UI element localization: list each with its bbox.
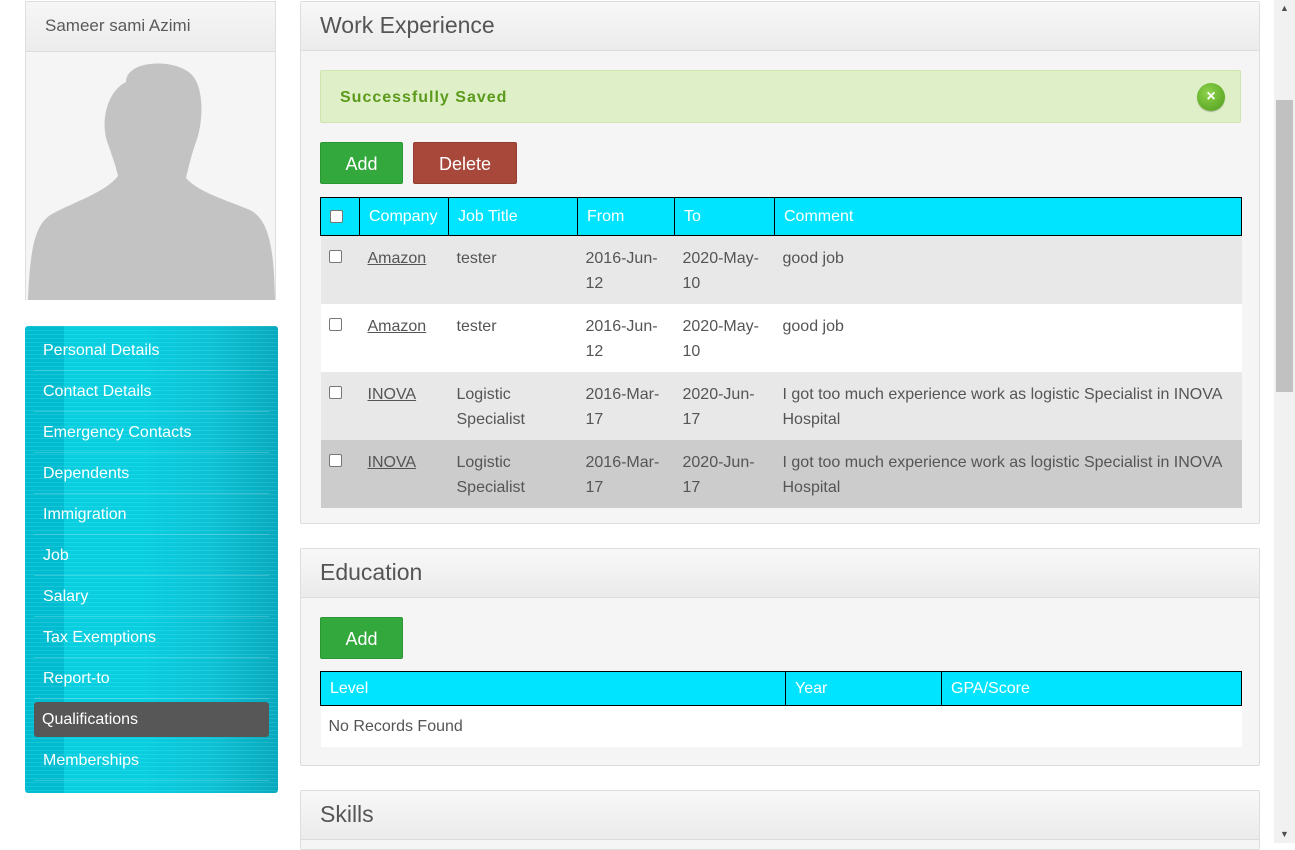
select-all-cell — [321, 198, 360, 236]
work-experience-table: Company Job Title From To Comment Amazon… — [320, 197, 1242, 508]
comment-cell: I got too much experience work as logist… — [775, 440, 1242, 508]
from-date-cell: 2016-Jun-12 — [578, 304, 675, 372]
sidebar-item-immigration[interactable]: Immigration — [25, 494, 278, 535]
sidebar-item-emergency-contacts[interactable]: Emergency Contacts — [25, 412, 278, 453]
comment-cell: I got too much experience work as logist… — [775, 372, 1242, 440]
sidebar-item-contact-details[interactable]: Contact Details — [25, 371, 278, 412]
job-title-cell: tester — [449, 304, 578, 372]
work-experience-panel: Work Experience Successfully Saved × Add… — [300, 1, 1260, 524]
comment-cell: good job — [775, 236, 1242, 305]
delete-work-experience-button[interactable]: Delete — [413, 142, 517, 184]
company-link[interactable]: Amazon — [368, 318, 427, 335]
education-title: Education — [301, 549, 1259, 598]
scrollbar-thumb[interactable] — [1276, 100, 1293, 392]
row-checkbox[interactable] — [329, 454, 342, 467]
column-header-from[interactable]: From — [578, 198, 675, 236]
table-row: No Records Found — [321, 706, 1242, 748]
sidebar-item-tax-exemptions[interactable]: Tax Exemptions — [25, 617, 278, 658]
person-silhouette-icon — [26, 52, 275, 300]
education-panel: Education Add Level Year GPA/Score No Re… — [300, 548, 1260, 766]
success-alert: Successfully Saved × — [320, 70, 1241, 123]
job-title-cell: Logistic Specialist — [449, 372, 578, 440]
table-row: Amazon tester 2016-Jun-12 2020-May-10 go… — [321, 304, 1242, 372]
education-table: Level Year GPA/Score No Records Found — [320, 671, 1242, 747]
from-date-cell: 2016-Mar-17 — [578, 440, 675, 508]
sidebar-item-personal-details[interactable]: Personal Details — [25, 330, 278, 371]
profile-side-nav: Personal Details Contact Details Emergen… — [25, 326, 278, 793]
row-checkbox[interactable] — [329, 250, 342, 263]
scroll-down-arrow-icon[interactable]: ▼ — [1274, 826, 1295, 843]
from-date-cell: 2016-Jun-12 — [578, 236, 675, 305]
to-date-cell: 2020-Jun-17 — [675, 440, 775, 508]
to-date-cell: 2020-May-10 — [675, 304, 775, 372]
job-title-cell: Logistic Specialist — [449, 440, 578, 508]
sidebar-item-salary[interactable]: Salary — [25, 576, 278, 617]
column-header-level[interactable]: Level — [321, 672, 786, 706]
row-checkbox[interactable] — [329, 386, 342, 399]
column-header-company[interactable]: Company — [360, 198, 449, 236]
sidebar-item-report-to[interactable]: Report-to — [25, 658, 278, 699]
work-experience-title: Work Experience — [301, 2, 1259, 51]
vertical-scrollbar[interactable]: ▲ ▼ — [1274, 0, 1295, 843]
add-work-experience-button[interactable]: Add — [320, 142, 403, 184]
skills-title: Skills — [301, 791, 1259, 840]
table-row: INOVA Logistic Specialist 2016-Mar-17 20… — [321, 440, 1242, 508]
skills-panel: Skills — [300, 790, 1260, 850]
sidebar-item-job[interactable]: Job — [25, 535, 278, 576]
to-date-cell: 2020-Jun-17 — [675, 372, 775, 440]
column-header-comment[interactable]: Comment — [775, 198, 1242, 236]
close-circle-icon[interactable]: × — [1197, 83, 1225, 111]
table-header-row: Level Year GPA/Score — [321, 672, 1242, 706]
add-education-button[interactable]: Add — [320, 617, 403, 659]
column-header-year[interactable]: Year — [786, 672, 942, 706]
company-link[interactable]: INOVA — [368, 454, 417, 471]
comment-cell: good job — [775, 304, 1242, 372]
to-date-cell: 2020-May-10 — [675, 236, 775, 305]
column-header-to[interactable]: To — [675, 198, 775, 236]
table-header-row: Company Job Title From To Comment — [321, 198, 1242, 236]
select-all-checkbox[interactable] — [330, 210, 343, 223]
scroll-up-arrow-icon[interactable]: ▲ — [1274, 0, 1295, 17]
company-link[interactable]: INOVA — [368, 386, 417, 403]
sidebar-item-memberships[interactable]: Memberships — [25, 740, 278, 781]
row-checkbox[interactable] — [329, 318, 342, 331]
company-link[interactable]: Amazon — [368, 250, 427, 267]
job-title-cell: tester — [449, 236, 578, 305]
from-date-cell: 2016-Mar-17 — [578, 372, 675, 440]
sidebar-item-qualifications[interactable]: Qualifications — [34, 702, 269, 737]
success-message: Successfully Saved — [340, 71, 507, 124]
column-header-gpa-score[interactable]: GPA/Score — [942, 672, 1242, 706]
profile-card: Sameer sami Azimi — [25, 1, 276, 300]
no-records-text: No Records Found — [321, 706, 1242, 748]
column-header-job-title[interactable]: Job Title — [449, 198, 578, 236]
table-row: INOVA Logistic Specialist 2016-Mar-17 20… — [321, 372, 1242, 440]
table-row: Amazon tester 2016-Jun-12 2020-May-10 go… — [321, 236, 1242, 305]
profile-name: Sameer sami Azimi — [26, 2, 275, 52]
sidebar-item-dependents[interactable]: Dependents — [25, 453, 278, 494]
